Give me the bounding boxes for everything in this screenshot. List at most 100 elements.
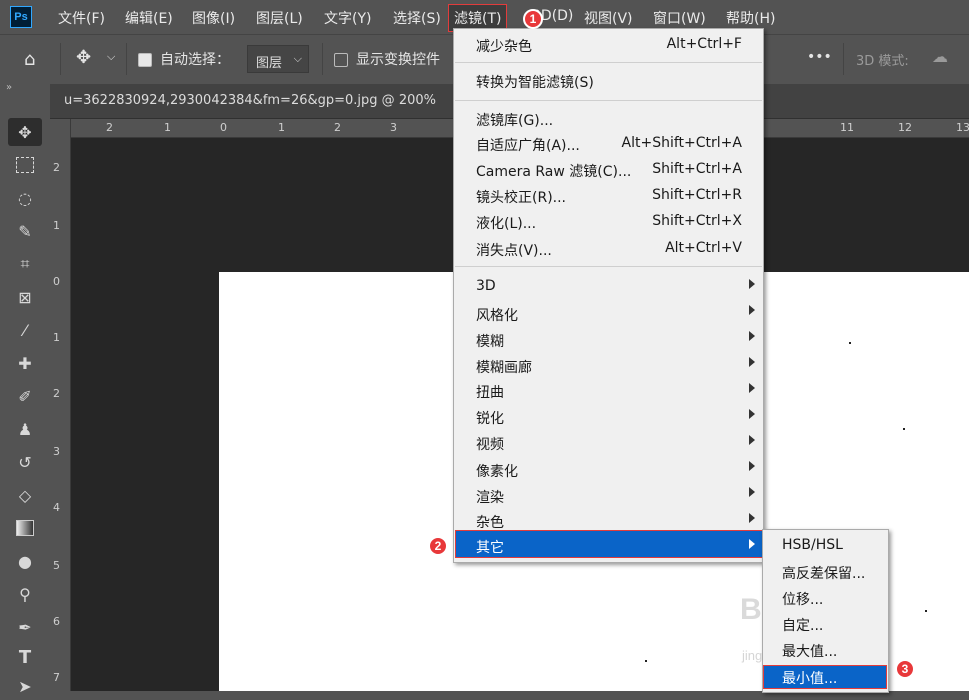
menu-item-convert-smart-filters[interactable]: 转换为智能滤镜(S) xyxy=(476,72,594,92)
submenu-item-hsb-hsl[interactable]: HSB/HSL xyxy=(782,537,843,553)
pen-tool-icon[interactable]: ✒ xyxy=(8,613,42,641)
move-tool-icon[interactable]: ✥ xyxy=(76,47,91,68)
canvas-speck xyxy=(903,428,905,430)
menu-item-render[interactable]: 渲染 xyxy=(476,487,504,507)
menu-item-sharpen[interactable]: 锐化 xyxy=(476,408,504,428)
ruler-tick-label: 5 xyxy=(53,559,60,572)
menu-item-blur[interactable]: 模糊 xyxy=(476,331,504,351)
menu-type[interactable]: 文字(Y) xyxy=(324,8,371,28)
ruler-tick-label: 2 xyxy=(53,387,60,400)
vertical-ruler[interactable]: 2 1 0 1 2 3 4 5 6 7 xyxy=(50,119,71,691)
ruler-tick-label: 2 xyxy=(53,161,60,174)
ruler-tick-label: 1 xyxy=(53,331,60,344)
menu-window[interactable]: 窗口(W) xyxy=(653,8,706,28)
menu-item-pixelate[interactable]: 像素化 xyxy=(476,461,518,481)
stamp-tool-icon[interactable]: ♟ xyxy=(8,415,42,443)
ruler-tick-label: 3 xyxy=(390,121,397,134)
ruler-tick-label: 6 xyxy=(53,615,60,628)
eraser-tool-icon[interactable]: ◇ xyxy=(8,481,42,509)
crop-tool-icon[interactable]: ⌗ xyxy=(8,250,42,278)
auto-select-checkbox[interactable] xyxy=(138,53,152,67)
auto-select-target-select[interactable]: 图层 ⌵ xyxy=(247,45,309,73)
submenu-arrow-icon xyxy=(749,305,755,315)
show-transform-checkbox[interactable] xyxy=(334,53,348,67)
menu-image[interactable]: 图像(I) xyxy=(192,8,235,28)
menu-item-3d[interactable]: 3D xyxy=(476,278,496,294)
submenu-item-minimum[interactable]: 最小值... xyxy=(782,668,837,688)
chevron-down-icon: ⌵ xyxy=(293,52,302,65)
divider xyxy=(126,43,127,75)
history-brush-tool-icon[interactable]: ↺ xyxy=(8,448,42,476)
submenu-arrow-icon xyxy=(749,279,755,289)
menu-separator xyxy=(455,266,762,267)
photoshop-logo-icon: Ps xyxy=(10,6,32,28)
marquee-tool-icon[interactable] xyxy=(8,151,42,179)
menu-item-stylize[interactable]: 风格化 xyxy=(476,305,518,325)
menu-item-other-highlight[interactable]: 其它 xyxy=(455,530,764,558)
menu-item-adaptive-wide-angle[interactable]: 自适应广角(A)... xyxy=(476,135,580,155)
menu-separator xyxy=(455,100,762,101)
menu-item-camera-raw[interactable]: Camera Raw 滤镜(C)... xyxy=(476,161,631,181)
menu-file[interactable]: 文件(F) xyxy=(58,8,105,28)
eyedropper-tool-icon[interactable]: ⁄ xyxy=(8,316,42,344)
submenu-arrow-icon xyxy=(749,409,755,419)
submenu-item-minimum-highlight[interactable]: 最小值... xyxy=(763,665,887,689)
menu-edit[interactable]: 编辑(E) xyxy=(125,8,173,28)
menu-separator xyxy=(455,62,762,63)
dodge-tool-icon[interactable]: ⚲ xyxy=(8,580,42,608)
frame-tool-icon[interactable]: ⊠ xyxy=(8,283,42,311)
chevron-down-icon[interactable]: ⌵ xyxy=(107,50,115,64)
blur-tool-icon[interactable]: ● xyxy=(8,547,42,575)
shortcut-label: Shift+Ctrl+X xyxy=(652,213,742,229)
menu-select[interactable]: 选择(S) xyxy=(393,8,441,28)
submenu-item-offset[interactable]: 位移... xyxy=(782,589,823,609)
filter-menu-dropdown: 减少杂色 Alt+Ctrl+F 转换为智能滤镜(S) 滤镜库(G)... 自适应… xyxy=(453,28,764,563)
submenu-arrow-icon xyxy=(749,435,755,445)
menu-item-other[interactable]: 其它 xyxy=(476,537,504,557)
canvas-speck xyxy=(645,660,647,662)
ruler-tick-label: 2 xyxy=(106,121,113,134)
menu-item-liquify[interactable]: 液化(L)... xyxy=(476,213,536,233)
submenu-item-custom[interactable]: 自定... xyxy=(782,615,823,635)
divider xyxy=(322,43,323,75)
shortcut-label: Shift+Ctrl+R xyxy=(652,187,742,203)
shortcut-label: Alt+Shift+Ctrl+A xyxy=(621,135,742,151)
healing-brush-tool-icon[interactable]: ✚ xyxy=(8,349,42,377)
ruler-tick-label: 3 xyxy=(53,445,60,458)
auto-select-label: 自动选择： xyxy=(160,52,230,68)
menu-item-blur-gallery[interactable]: 模糊画廊 xyxy=(476,357,532,377)
home-icon[interactable]: ⌂ xyxy=(24,49,35,70)
quick-selection-tool-icon[interactable]: ✎ xyxy=(8,217,42,245)
path-selection-tool-icon[interactable]: ➤ xyxy=(8,672,42,700)
menu-item-distort[interactable]: 扭曲 xyxy=(476,382,504,402)
submenu-arrow-icon xyxy=(749,357,755,367)
brush-tool-icon[interactable]: ✐ xyxy=(8,382,42,410)
menu-item-video[interactable]: 视频 xyxy=(476,434,504,454)
ruler-tick-label: 11 xyxy=(840,121,854,134)
move-tool-icon[interactable]: ✥ xyxy=(8,118,42,146)
menu-item-noise[interactable]: 杂色 xyxy=(476,512,504,532)
menu-item-filter-gallery[interactable]: 滤镜库(G)... xyxy=(476,110,553,130)
canvas-speck xyxy=(925,610,927,612)
orbit-icon[interactable]: ☁ xyxy=(932,47,948,66)
more-options-icon[interactable]: ••• xyxy=(807,49,832,65)
ruler-tick-label: 1 xyxy=(164,121,171,134)
lasso-tool-icon[interactable]: ◌ xyxy=(8,184,42,212)
menu-item-vanishing-point[interactable]: 消失点(V)... xyxy=(476,240,552,260)
menu-item-reduce-noise[interactable]: 减少杂色 xyxy=(476,36,532,56)
submenu-arrow-icon xyxy=(749,331,755,341)
expand-panel-icon[interactable]: » xyxy=(6,82,12,93)
submenu-item-maximum[interactable]: 最大值... xyxy=(782,641,837,661)
ruler-tick-label: 7 xyxy=(53,671,60,684)
show-transform-label: 显示变换控件 xyxy=(356,52,440,68)
step-badge-1: 1 xyxy=(523,9,543,29)
menu-layer[interactable]: 图层(L) xyxy=(256,8,303,28)
type-tool-icon[interactable]: T xyxy=(8,643,42,671)
gradient-tool-icon[interactable] xyxy=(8,514,42,542)
auto-select-target-value: 图层 xyxy=(256,56,283,71)
menu-view[interactable]: 视图(V) xyxy=(584,8,633,28)
submenu-arrow-icon xyxy=(749,539,755,549)
menu-help[interactable]: 帮助(H) xyxy=(726,8,775,28)
menu-item-lens-correction[interactable]: 镜头校正(R)... xyxy=(476,187,566,207)
submenu-item-high-pass[interactable]: 高反差保留... xyxy=(782,563,865,583)
